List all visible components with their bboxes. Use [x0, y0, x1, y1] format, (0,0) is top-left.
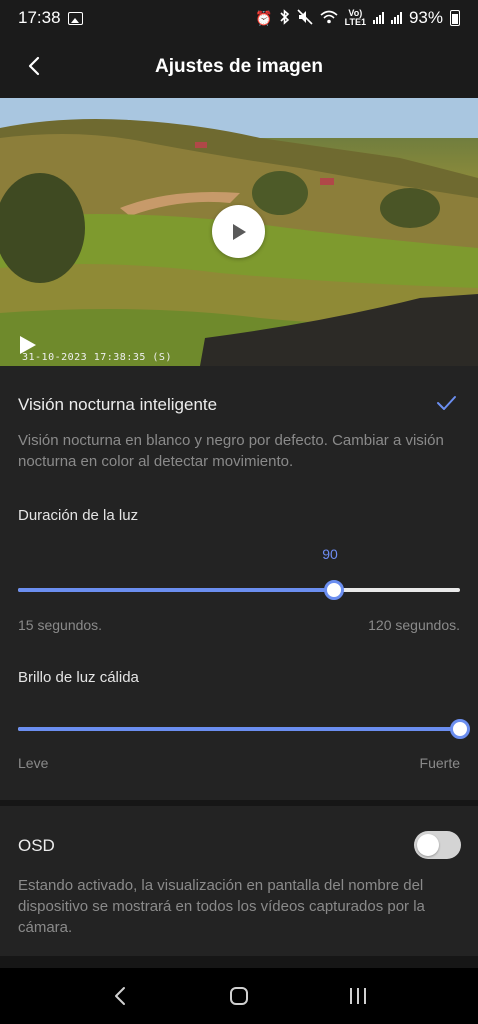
chevron-left-icon [28, 56, 40, 76]
slider-fill [18, 588, 334, 592]
osd-toggle[interactable] [414, 831, 461, 859]
light-duration-max-label: 120 segundos. [368, 617, 460, 633]
night-vision-description: Visión nocturna en blanco y negro por de… [18, 432, 444, 470]
status-bar: 17:38 ⏰ Vo) LTE1 93% [0, 0, 478, 36]
warm-light-min-label: Leve [18, 755, 49, 771]
gallery-notification-icon [67, 11, 83, 25]
light-duration-min-label: 15 segundos. [18, 617, 103, 633]
warm-light-max-label: Fuerte [419, 755, 460, 771]
light-duration-value: 90 [322, 546, 338, 562]
alarm-icon: ⏰ [255, 10, 273, 26]
battery-icon [450, 10, 460, 26]
screen: 17:38 ⏰ Vo) LTE1 93% Ajustes de imagen 3… [0, 0, 478, 1024]
check-icon[interactable] [434, 391, 458, 415]
volte-indicator: Vo) LTE1 [345, 9, 366, 27]
osd-description: Estando activado, la visualización en pa… [18, 877, 425, 936]
video-timestamp: 31-10-2023 17:38:35 (S) [22, 352, 172, 363]
status-left: 17:38 [18, 8, 83, 28]
warm-light-label: Brillo de luz cálida [18, 669, 139, 686]
slider-thumb[interactable] [323, 580, 344, 600]
section-divider [0, 956, 478, 968]
nav-back-button[interactable] [100, 976, 140, 1016]
play-icon [232, 223, 246, 240]
page-title: Ajustes de imagen [155, 56, 323, 77]
wifi-icon [320, 10, 338, 26]
mute-icon [297, 9, 313, 27]
status-right: ⏰ Vo) LTE1 93% [255, 8, 460, 28]
slider-thumb[interactable] [450, 719, 470, 739]
back-button[interactable] [18, 50, 50, 82]
system-nav-bar [0, 968, 478, 1024]
nav-home-button[interactable] [219, 976, 259, 1016]
signal-1-icon [372, 12, 384, 24]
lte-label: LTE1 [344, 17, 366, 27]
battery-percent: 93% [408, 8, 443, 27]
toggle-knob [417, 834, 439, 856]
light-duration-label: Duración de la luz [18, 507, 139, 524]
app-header: Ajustes de imagen [0, 36, 478, 98]
play-button[interactable] [212, 205, 265, 258]
nav-recents-button[interactable] [338, 976, 378, 1016]
home-icon [229, 987, 248, 1005]
osd-title: OSD [18, 836, 55, 855]
signal-2-icon [390, 12, 402, 24]
video-preview[interactable]: 31-10-2023 17:38:35 (S) [0, 98, 478, 366]
light-duration-slider[interactable] [18, 579, 460, 601]
bluetooth-icon [280, 9, 290, 27]
status-time: 17:38 [18, 8, 61, 27]
warm-light-slider[interactable] [18, 718, 470, 740]
nav-back-icon [114, 987, 125, 1005]
night-vision-title[interactable]: Visión nocturna inteligente [18, 395, 217, 415]
slider-fill [18, 727, 460, 731]
recents-icon [350, 988, 367, 1004]
